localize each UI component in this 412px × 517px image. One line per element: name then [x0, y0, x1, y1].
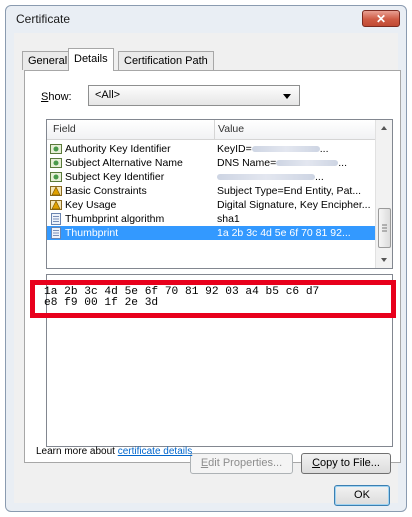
tab-details[interactable]: Details — [68, 48, 114, 71]
field-value: Digital Signature, Key Encipher... — [217, 199, 371, 211]
column-divider[interactable] — [214, 120, 215, 139]
list-item[interactable]: Key Usage Digital Signature, Key Encipher… — [47, 198, 376, 212]
cert-ext-icon — [50, 143, 62, 155]
list-header: Field Value — [47, 120, 376, 140]
copy-to-file-button[interactable]: Copy to File... — [301, 453, 391, 474]
column-header-value[interactable]: Value — [218, 123, 244, 135]
close-button[interactable]: ✕ — [362, 10, 400, 27]
field-name: Thumbprint algorithm — [65, 213, 165, 225]
field-value: ... — [217, 170, 376, 184]
field-name: Basic Constraints — [65, 185, 147, 197]
field-value: Subject Type=End Entity, Pat... — [217, 185, 362, 197]
field-name: Subject Key Identifier — [65, 171, 165, 183]
field-name: Key Usage — [65, 199, 117, 211]
chevron-down-icon — [283, 94, 291, 99]
field-value: DNS Name=... — [217, 157, 347, 169]
show-select-value: <All> — [95, 89, 121, 101]
list-item[interactable]: Thumbprint algorithm sha1 — [47, 212, 376, 226]
scroll-up-button[interactable] — [376, 120, 392, 136]
field-name: Thumbprint — [65, 227, 119, 239]
title-bar: Certificate ✕ — [6, 6, 406, 32]
certificate-details-link[interactable]: certificate details — [118, 446, 192, 457]
ok-button[interactable]: OK — [334, 485, 390, 506]
list-item[interactable]: Authority Key Identifier KeyID=... — [47, 142, 376, 156]
scroll-down-button[interactable] — [376, 252, 392, 268]
field-list[interactable]: Field Value Authority Key Identifier KeyI… — [46, 119, 393, 269]
cert-ext-icon — [50, 171, 62, 183]
show-select[interactable]: <All> — [88, 85, 300, 106]
redacted-value — [276, 160, 339, 167]
edit-properties-button[interactable]: Edit Properties... — [190, 453, 293, 474]
learn-more-text: Learn more about certificate details — [36, 446, 193, 457]
cert-ext-icon — [50, 157, 62, 169]
redacted-value — [217, 174, 315, 181]
close-icon[interactable]: ✕ — [376, 12, 386, 26]
list-item[interactable]: Subject Key Identifier... — [47, 170, 376, 184]
critical-ext-icon — [50, 199, 62, 211]
property-icon — [50, 213, 62, 225]
dialog-client: General Details Certification Path Show:… — [14, 33, 401, 503]
details-panel: Show: <All> Field Value Authority Key Id… — [24, 70, 401, 474]
field-value: 1a 2b 3c 4d 5e 6f 70 81 92... — [217, 227, 351, 239]
field-value: KeyID=... — [217, 143, 329, 155]
list-scrollbar[interactable] — [375, 120, 392, 268]
thumbprint-value-text: 1a 2b 3c 4d 5e 6f 70 81 92 03 a4 b5 c6 d… — [44, 286, 320, 309]
property-icon — [50, 227, 62, 239]
tab-certification-path[interactable]: Certification Path — [118, 51, 214, 70]
scroll-thumb[interactable] — [378, 208, 391, 248]
list-item[interactable]: Thumbprint 1a 2b 3c 4d 5e 6f 70 81 92... — [47, 226, 376, 240]
redacted-value — [251, 146, 320, 153]
field-name: Authority Key Identifier — [65, 143, 171, 155]
window-title: Certificate — [16, 12, 71, 26]
field-name: Subject Alternative Name — [65, 157, 183, 169]
field-value: sha1 — [217, 213, 240, 225]
column-header-field[interactable]: Field — [53, 123, 76, 135]
list-item[interactable]: Basic Constraints Subject Type=End Entity… — [47, 184, 376, 198]
certificate-dialog: Certificate ✕ General Details Certificat… — [5, 5, 407, 512]
show-label: Show: — [41, 91, 72, 103]
critical-ext-icon — [50, 185, 62, 197]
tab-general[interactable]: General — [22, 51, 74, 70]
list-item[interactable]: Subject Alternative Name DNS Name=... — [47, 156, 376, 170]
